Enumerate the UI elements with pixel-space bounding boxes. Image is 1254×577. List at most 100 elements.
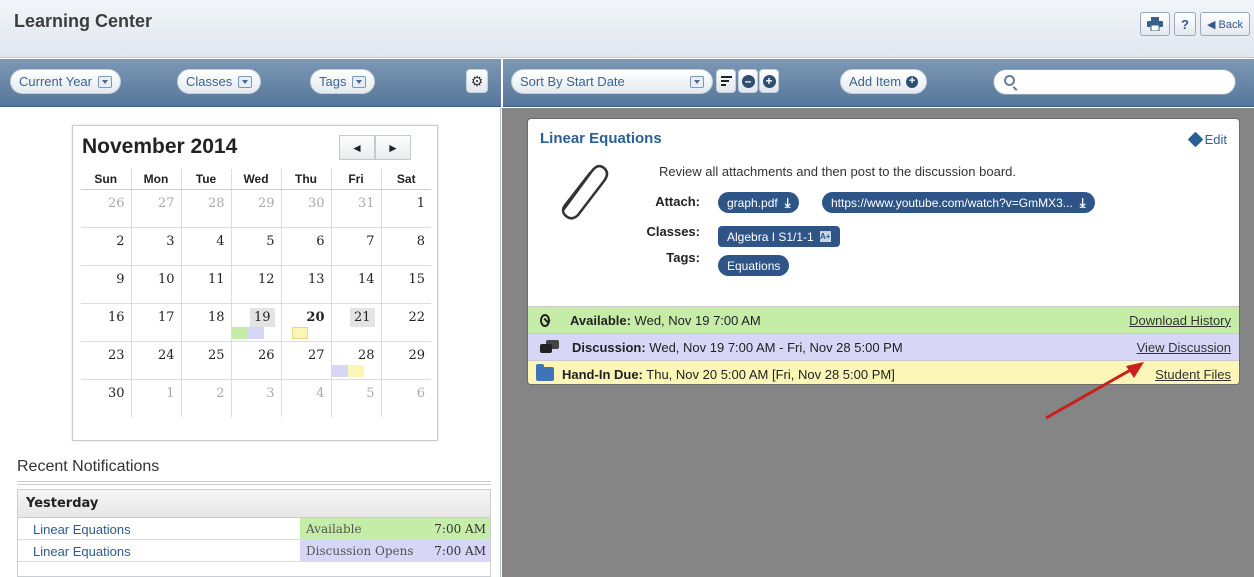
gear-icon: ⚙ xyxy=(470,72,484,89)
app-header: Learning Center ? ◀ Back xyxy=(0,0,1254,58)
calendar-day[interactable]: 28 xyxy=(181,189,232,228)
discussion-icon xyxy=(528,340,572,354)
day-number: 28 xyxy=(357,347,375,363)
next-month-button[interactable]: ► xyxy=(375,135,411,160)
calendar-week: 26 27 28 29 30 31 1 xyxy=(81,189,431,228)
calendar-day[interactable]: 11 xyxy=(181,265,232,304)
edit-label: Edit xyxy=(1204,132,1227,147)
plus-icon: + xyxy=(762,74,776,88)
calendar-day[interactable]: 31 xyxy=(331,189,382,228)
calendar-day[interactable]: 1 xyxy=(381,189,431,228)
calendar-day[interactable]: 27 xyxy=(131,189,182,228)
notification-row[interactable]: Linear Equations Discussion Opens 7:00 A… xyxy=(18,540,490,562)
available-label: Available: xyxy=(570,312,631,328)
calendar-day-marked[interactable]: 28 xyxy=(331,341,382,380)
weekday-label: Tue xyxy=(181,169,232,190)
calendar-day[interactable]: 6 xyxy=(381,379,431,417)
calendar-day[interactable]: 14 xyxy=(331,265,382,304)
add-item-label: Add Item xyxy=(849,74,902,89)
calendar-day[interactable]: 8 xyxy=(381,227,431,266)
calendar-day[interactable]: 29 xyxy=(231,189,282,228)
calendar-day[interactable]: 22 xyxy=(381,303,431,342)
prev-month-button[interactable]: ◄ xyxy=(339,135,375,160)
calendar-day[interactable]: 26 xyxy=(231,341,282,380)
download-history-link[interactable]: Download History xyxy=(1129,313,1239,328)
calendar-day[interactable]: 13 xyxy=(281,265,332,304)
tags-label: Tags: xyxy=(666,250,700,265)
collapse-all-button[interactable]: – xyxy=(738,69,758,93)
calendar-day[interactable]: 29 xyxy=(381,341,431,380)
notification-time: 7:00 AM xyxy=(434,522,486,536)
current-year-label: Current Year xyxy=(19,74,92,89)
classes-dropdown[interactable]: Classes xyxy=(177,69,262,94)
handin-marker xyxy=(291,326,308,339)
day-number: 20 xyxy=(306,309,325,325)
calendar-day[interactable]: 9 xyxy=(81,265,132,304)
calendar-day[interactable]: 25 xyxy=(181,341,232,380)
notifications-heading: Recent Notifications xyxy=(17,458,160,475)
calendar-day[interactable]: 17 xyxy=(131,303,182,342)
calendar-day[interactable]: 23 xyxy=(81,341,132,380)
back-button[interactable]: ◀ Back xyxy=(1200,12,1250,36)
student-files-link[interactable]: Student Files xyxy=(1155,367,1239,382)
calendar-day[interactable]: 2 xyxy=(81,227,132,266)
calendar-day[interactable]: 3 xyxy=(131,227,182,266)
calendar-day[interactable]: 12 xyxy=(231,265,282,304)
notification-row[interactable]: Linear Equations Available 7:00 AM xyxy=(18,518,490,540)
attachment-chip[interactable]: https://www.youtube.com/watch?v=GmMX3...… xyxy=(822,192,1095,213)
calendar-day[interactable]: 24 xyxy=(131,341,182,380)
expand-all-button[interactable]: + xyxy=(759,69,779,93)
calendar-day[interactable]: 21 xyxy=(331,303,382,342)
calendar-day[interactable]: 4 xyxy=(281,379,332,417)
calendar-day[interactable]: 2 xyxy=(181,379,232,417)
calendar-day[interactable]: 10 xyxy=(131,265,182,304)
calendar-day[interactable]: 5 xyxy=(231,227,282,266)
notification-time: 7:00 AM xyxy=(434,544,486,558)
discussion-marker xyxy=(331,364,348,377)
calendar-day[interactable]: 30 xyxy=(81,379,132,417)
notification-title-link[interactable]: Linear Equations xyxy=(18,518,300,539)
sort-order-button[interactable] xyxy=(716,69,736,93)
calendar-day[interactable]: 3 xyxy=(231,379,282,417)
weekday-label: Wed xyxy=(231,169,282,190)
attachment-name: https://www.youtube.com/watch?v=GmMX3... xyxy=(831,195,1073,210)
weekday-label: Sun xyxy=(81,169,132,190)
calendar-day[interactable]: 16 xyxy=(81,303,132,342)
class-chip[interactable]: Algebra I S1/1-1 A+ xyxy=(718,226,840,247)
sort-lines-icon xyxy=(720,76,732,86)
notification-title-link[interactable]: Linear Equations xyxy=(18,540,300,561)
classes-label: Classes: xyxy=(646,224,700,239)
page-title: Learning Center xyxy=(14,11,153,31)
calendar-day-today[interactable]: 20 xyxy=(281,303,332,342)
calendar-day[interactable]: 15 xyxy=(381,265,431,304)
day-number: 19 xyxy=(249,307,275,327)
help-button[interactable]: ? xyxy=(1174,12,1197,36)
tags-dropdown[interactable]: Tags xyxy=(310,69,376,94)
calendar-day[interactable]: 30 xyxy=(281,189,332,228)
calendar-day[interactable]: 26 xyxy=(81,189,132,228)
calendar-day[interactable]: 5 xyxy=(331,379,382,417)
calendar-day[interactable]: 4 xyxy=(181,227,232,266)
current-year-dropdown[interactable]: Current Year xyxy=(10,69,121,94)
sort-dropdown[interactable]: Sort By Start Date xyxy=(511,69,713,94)
calendar-day[interactable]: 18 xyxy=(181,303,232,342)
attachment-chip[interactable]: graph.pdf ⤓ xyxy=(718,192,800,213)
notification-group-header: Yesterday xyxy=(18,490,490,518)
weekday-label: Sat xyxy=(381,169,431,190)
calendar-day[interactable]: 1 xyxy=(131,379,182,417)
settings-button[interactable]: ⚙ xyxy=(466,69,488,93)
add-item-button[interactable]: Add Item + xyxy=(840,69,928,94)
items-toolbar: Sort By Start Date – + Add Item + xyxy=(503,59,1254,107)
print-button[interactable] xyxy=(1140,12,1171,36)
edit-button[interactable]: Edit xyxy=(1187,131,1227,148)
mini-calendar: November 2014 ◄ ► Sun Mon Tue Wed Thu Fr… xyxy=(72,125,438,441)
calendar-day[interactable]: 27 xyxy=(281,341,332,380)
tag-chip[interactable]: Equations xyxy=(718,255,790,276)
calendar-day[interactable]: 7 xyxy=(331,227,382,266)
calendar-day-marked[interactable]: 19 xyxy=(231,303,282,342)
calendar-day[interactable]: 6 xyxy=(281,227,332,266)
view-discussion-link[interactable]: View Discussion xyxy=(1137,340,1239,355)
item-title[interactable]: Linear Equations xyxy=(540,130,662,147)
item-card: Linear Equations Edit Review all attachm… xyxy=(527,118,1240,385)
search-input[interactable] xyxy=(993,69,1236,95)
